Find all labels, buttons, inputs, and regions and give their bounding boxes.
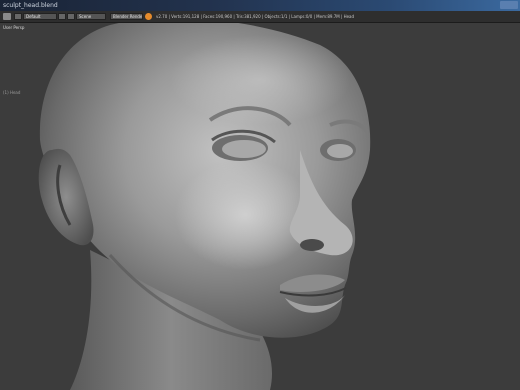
window-controls[interactable] <box>500 1 518 9</box>
menu-icon[interactable] <box>3 13 11 20</box>
window-title: sculpt_head.blend <box>3 2 58 9</box>
viewport-object-label: (1) Head <box>3 90 21 95</box>
render-engine-select[interactable]: Blender Render <box>110 13 143 20</box>
info-header: Default Scene Blender Render v2.70 | Ver… <box>0 11 520 23</box>
add-layout-icon[interactable] <box>58 13 66 20</box>
sculpted-head-render <box>38 23 371 390</box>
scene-stats: v2.70 | Verts:191,128 | Faces:190,960 | … <box>156 14 355 19</box>
3d-viewport[interactable]: User Persp (1) Head <box>0 23 520 390</box>
screen-layout-field[interactable]: Default <box>23 13 57 20</box>
blender-logo-icon <box>145 13 152 20</box>
viewport-view-label: User Persp <box>3 25 25 30</box>
window-title-bar: sculpt_head.blend <box>0 0 520 11</box>
scene-browse-icon[interactable] <box>67 13 75 20</box>
layout-browse-icon[interactable] <box>14 13 22 20</box>
scene-field[interactable]: Scene <box>76 13 106 20</box>
